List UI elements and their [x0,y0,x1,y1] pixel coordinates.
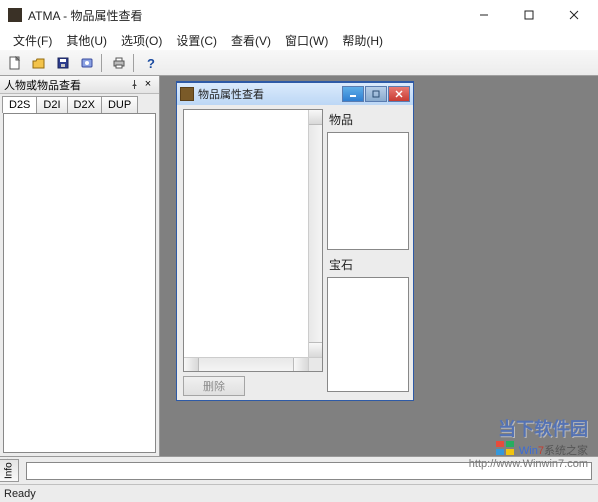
section-label-item: 物品 [327,109,409,132]
svg-text:?: ? [147,56,155,70]
disk-icon[interactable] [76,52,98,74]
menu-window[interactable]: 窗口(W) [278,30,335,51]
child-app-icon [180,87,194,101]
info-bar: × Info [0,456,598,484]
item-listbox[interactable] [183,109,323,372]
window-title: ATMA - 物品属性查看 [28,7,461,24]
titlebar: ATMA - 物品属性查看 [0,0,598,30]
save-icon[interactable] [52,52,74,74]
info-tab[interactable]: Info [0,459,19,482]
help-icon[interactable]: ? [140,52,162,74]
item-preview [327,132,409,250]
statusbar: Ready [0,484,598,502]
item-list-area: 删除 [183,109,323,396]
child-title: 物品属性查看 [198,86,341,102]
scrollbar-vertical[interactable] [308,110,322,357]
info-field[interactable] [26,462,592,480]
menu-options[interactable]: 选项(O) [114,30,169,51]
mdi-area: 物品属性查看 删除 物品 宝石 [160,76,598,456]
tab-d2i[interactable]: D2I [36,96,67,113]
menubar: 文件(F) 其他(U) 选项(O) 设置(C) 查看(V) 窗口(W) 帮助(H… [0,30,598,50]
child-body: 删除 物品 宝石 [177,105,413,400]
menu-help[interactable]: 帮助(H) [335,30,390,51]
toolbar-separator [101,54,105,72]
left-tabs: D2S D2I D2X DUP [2,96,157,113]
open-icon[interactable] [28,52,50,74]
window-controls [461,1,596,30]
pane-close-icon[interactable]: × [141,78,155,92]
status-text: Ready [4,488,36,500]
left-pane-header: 人物或物品查看 × [0,76,159,94]
menu-other[interactable]: 其他(U) [59,30,114,51]
print-icon[interactable] [108,52,130,74]
scrollbar-horizontal[interactable] [184,357,308,371]
minimize-button[interactable] [461,1,506,30]
left-list[interactable] [3,113,156,453]
menu-settings[interactable]: 设置(C) [169,30,224,51]
section-label-gem: 宝石 [327,254,409,277]
scroll-corner [308,357,322,371]
maximize-button[interactable] [506,1,551,30]
tab-d2x[interactable]: D2X [67,96,102,113]
child-window: 物品属性查看 删除 物品 宝石 [176,81,414,401]
left-pane: 人物或物品查看 × D2S D2I D2X DUP [0,76,160,456]
child-close-button[interactable] [388,86,410,102]
menu-file[interactable]: 文件(F) [6,30,59,51]
tab-d2s[interactable]: D2S [2,96,37,113]
toolbar: ? [0,50,598,76]
child-titlebar[interactable]: 物品属性查看 [177,83,413,105]
workspace: 人物或物品查看 × D2S D2I D2X DUP 物品属性查看 [0,76,598,456]
left-pane-title: 人物或物品查看 [4,77,127,93]
delete-button[interactable]: 删除 [183,376,245,396]
child-maximize-button[interactable] [365,86,387,102]
pin-icon[interactable] [127,78,141,92]
new-icon[interactable] [4,52,26,74]
gem-preview [327,277,409,392]
app-icon [8,8,22,22]
preview-column: 物品 宝石 [327,109,409,396]
child-minimize-button[interactable] [342,86,364,102]
tab-dup[interactable]: DUP [101,96,138,113]
menu-view[interactable]: 查看(V) [224,30,278,51]
toolbar-separator [133,54,137,72]
close-button[interactable] [551,1,596,30]
